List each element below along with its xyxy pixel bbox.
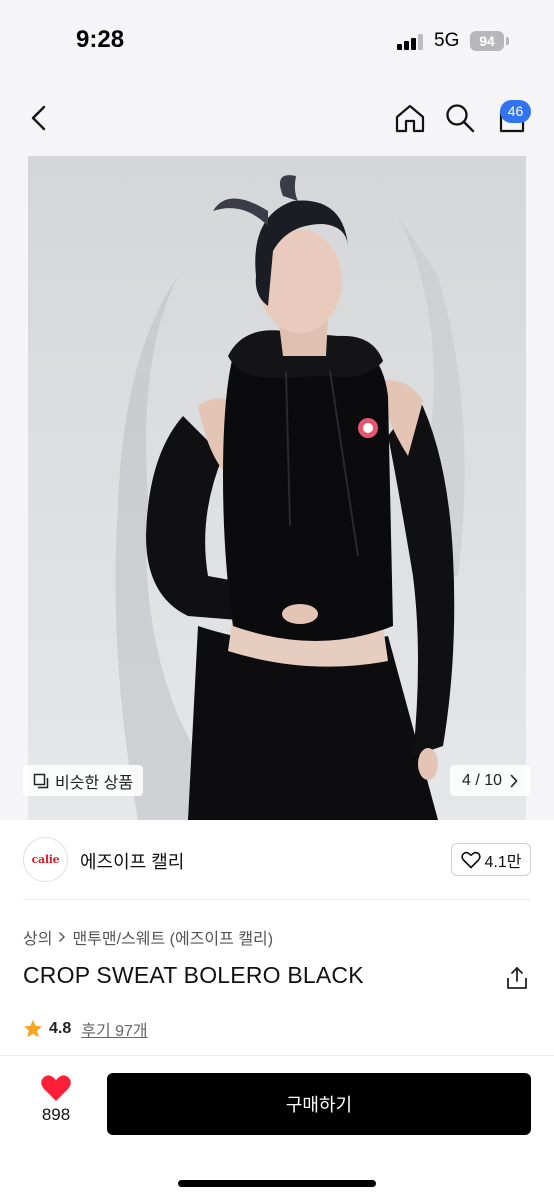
home-icon bbox=[395, 104, 425, 133]
wishlist-button[interactable]: 898 bbox=[28, 1074, 84, 1134]
heart-outline-icon bbox=[460, 851, 481, 868]
rating-row: 4.8 후기 97개 bbox=[23, 1017, 148, 1041]
chevron-right-icon bbox=[59, 932, 66, 942]
page-counter: 4 / 10 bbox=[461, 771, 503, 789]
similar-products-button[interactable]: 비슷한 상품 bbox=[23, 765, 144, 796]
home-button[interactable] bbox=[390, 98, 430, 138]
battery-icon: 94 bbox=[470, 31, 504, 51]
rating-value: 4.8 bbox=[49, 1020, 72, 1037]
star-icon bbox=[24, 1020, 42, 1038]
wishlist-count: 898 bbox=[41, 1105, 71, 1124]
breadcrumb: 상의 맨투맨/스웨트 (에즈이프 캘리) bbox=[23, 925, 273, 949]
brand-like-count: 4.1만 bbox=[484, 853, 522, 871]
product-image-gallery[interactable] bbox=[0, 156, 554, 820]
network-type: 5G bbox=[434, 30, 460, 51]
chevron-left-icon bbox=[31, 105, 46, 131]
product-photo[interactable] bbox=[28, 156, 526, 820]
search-icon bbox=[446, 104, 475, 133]
navigation-bar bbox=[0, 84, 554, 156]
brand-logo[interactable]: calie bbox=[23, 837, 68, 882]
image-page-indicator[interactable]: 4 / 10 bbox=[450, 765, 530, 796]
share-button[interactable] bbox=[502, 963, 532, 993]
back-button[interactable] bbox=[20, 98, 60, 138]
brand-logo-text: calie bbox=[31, 853, 60, 866]
share-icon bbox=[507, 967, 527, 989]
home-indicator[interactable] bbox=[178, 1180, 376, 1187]
breadcrumb-category[interactable]: 상의 bbox=[23, 925, 52, 949]
status-time: 9:28 bbox=[76, 26, 125, 53]
cart-count-badge: 46 bbox=[500, 100, 531, 123]
brand-row[interactable]: calie 에즈이프 캘리 4.1만 bbox=[0, 820, 554, 900]
breadcrumb-subcategory[interactable]: 맨투맨/스웨트 (에즈이프 캘리) bbox=[72, 925, 273, 949]
battery-tip bbox=[506, 37, 509, 45]
similar-products-label: 비슷한 상품 bbox=[55, 774, 134, 792]
chevron-right-icon bbox=[510, 774, 518, 787]
brand-name[interactable]: 에즈이프 캘리 bbox=[80, 848, 184, 874]
heart-filled-icon bbox=[41, 1075, 71, 1101]
buy-button[interactable]: 구매하기 bbox=[107, 1073, 531, 1135]
status-bar: 9:28 5G 94 bbox=[0, 0, 554, 84]
product-title: CROP SWEAT BOLERO BLACK bbox=[23, 962, 364, 988]
model-wearing-black-bolero-image bbox=[115, 175, 465, 820]
battery-level: 94 bbox=[479, 33, 495, 49]
divider bbox=[23, 899, 531, 900]
brand-like-button[interactable]: 4.1만 bbox=[451, 843, 531, 876]
search-button[interactable] bbox=[440, 98, 480, 138]
cellular-signal-icon bbox=[397, 34, 425, 50]
similar-items-icon bbox=[33, 773, 49, 788]
reviews-link[interactable]: 후기 97개 bbox=[81, 1017, 147, 1041]
bottom-action-bar: 898 구매하기 bbox=[0, 1055, 554, 1200]
